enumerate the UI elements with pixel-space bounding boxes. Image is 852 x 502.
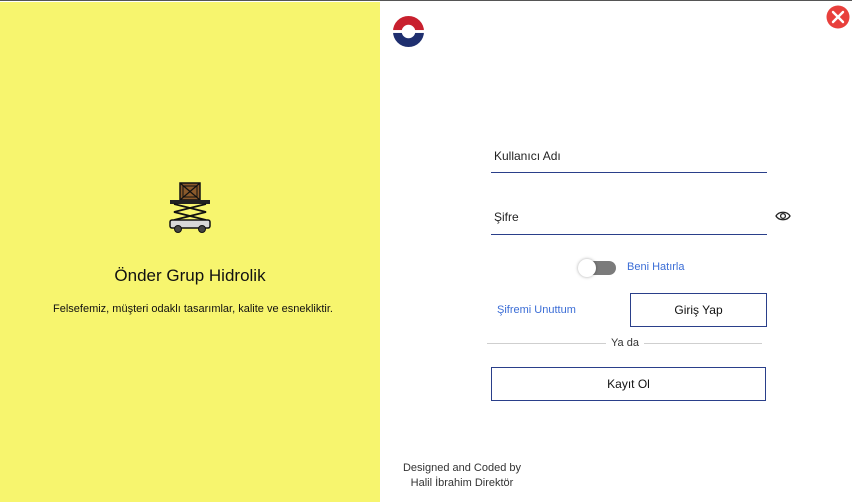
- divider-left: [487, 343, 606, 344]
- credits-line-2: Halil İbrahim Direktör: [410, 477, 514, 489]
- remember-me-label[interactable]: Beni Hatırla: [627, 261, 684, 273]
- password-underline: [491, 234, 767, 235]
- forgot-password-link[interactable]: Şifremi Unuttum: [497, 304, 576, 316]
- password-field[interactable]: Şifre: [491, 207, 767, 235]
- remember-me-toggle[interactable]: [578, 259, 616, 277]
- password-input[interactable]: [491, 207, 767, 235]
- credits-line-1: Designed and Coded by: [402, 462, 522, 474]
- login-window: Önder Grup Hidrolik Felsefemiz, müşteri …: [0, 0, 852, 502]
- brand-tagline: Felsefemiz, müşteri odaklı tasarımlar, k…: [53, 303, 333, 315]
- register-button[interactable]: Kayıt Ol: [491, 367, 766, 401]
- company-logo-icon: [392, 15, 425, 48]
- username-input[interactable]: [491, 146, 767, 173]
- scissor-lift-icon: [169, 182, 211, 233]
- close-icon[interactable]: [826, 5, 850, 29]
- or-separator-text: Ya da: [611, 337, 639, 349]
- login-button[interactable]: Giriş Yap: [630, 293, 767, 327]
- username-underline: [491, 172, 767, 173]
- credits: Designed and Coded by Halil İbrahim Dire…: [392, 461, 532, 491]
- eye-icon[interactable]: [775, 209, 791, 223]
- brand-title: Önder Grup Hidrolik: [114, 266, 266, 285]
- username-field[interactable]: Kullanıcı Adı: [491, 146, 767, 173]
- brand-panel: Önder Grup Hidrolik Felsefemiz, müşteri …: [0, 2, 380, 502]
- toggle-knob: [578, 259, 596, 277]
- divider-right: [644, 343, 762, 344]
